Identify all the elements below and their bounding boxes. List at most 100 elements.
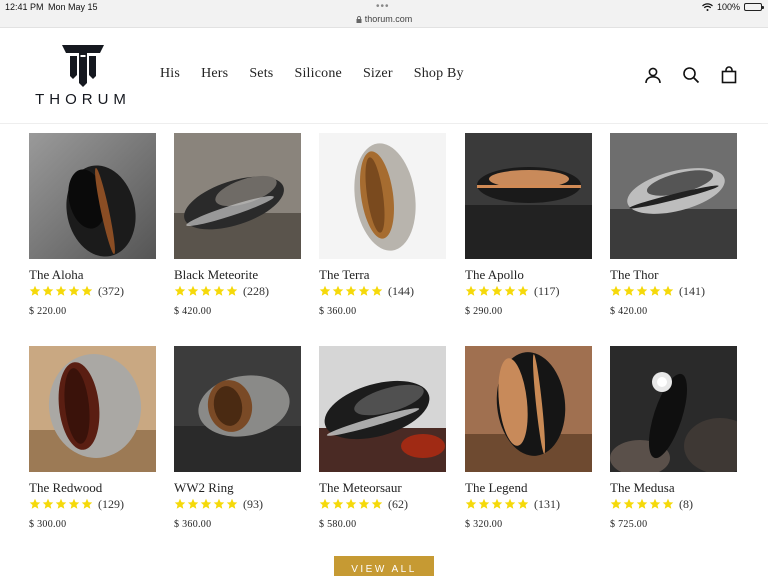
review-count: (62) — [388, 496, 408, 511]
product-image[interactable] — [174, 346, 301, 472]
site-header: THORUM His Hers Sets Silicone Sizer Shop… — [0, 28, 768, 124]
star-icon — [174, 498, 186, 509]
product-name[interactable]: The Thor — [610, 267, 737, 283]
product-rating: (228) — [174, 284, 301, 298]
star-icon — [55, 285, 67, 296]
star-icon — [187, 498, 199, 509]
nav-item-silicone[interactable]: Silicone — [294, 66, 341, 82]
star-icon — [200, 498, 212, 509]
search-icon[interactable] — [682, 66, 700, 84]
product-card[interactable]: The Terra (144) $ 360.00 — [319, 133, 446, 317]
product-price: $ 420.00 — [610, 306, 648, 317]
star-rating-icon — [610, 498, 674, 510]
star-icon — [213, 498, 225, 509]
product-rating: (144) — [319, 284, 446, 298]
product-image[interactable] — [319, 133, 446, 259]
nav-item-his[interactable]: His — [160, 66, 180, 82]
product-card[interactable]: The Meteorsaur (62) $ 580.00 — [319, 346, 446, 530]
status-date: Mon May 15 — [48, 2, 98, 12]
review-count: (117) — [534, 283, 560, 298]
battery-percent: 100% — [716, 2, 740, 12]
nav-item-shop-by[interactable]: Shop By — [414, 66, 464, 82]
product-image[interactable] — [610, 346, 737, 472]
product-name[interactable]: The Meteorsaur — [319, 480, 446, 496]
star-icon — [662, 285, 674, 296]
product-name[interactable]: The Terra — [319, 267, 446, 283]
star-icon — [636, 498, 648, 509]
nav-item-sizer[interactable]: Sizer — [363, 66, 393, 82]
star-icon — [636, 285, 648, 296]
product-price: $ 220.00 — [29, 306, 67, 317]
product-card[interactable]: The Legend (131) $ 320.00 — [465, 346, 592, 530]
product-name[interactable]: Black Meteorite — [174, 267, 301, 283]
product-rating: (117) — [465, 284, 592, 298]
star-rating-icon — [319, 498, 383, 510]
review-count: (372) — [98, 283, 124, 298]
star-rating-icon — [29, 498, 93, 510]
review-count: (129) — [98, 496, 124, 511]
product-image[interactable] — [465, 133, 592, 259]
status-bar: 12:41 PM Mon May 15 ••• thorum.com 100% — [0, 0, 768, 28]
product-image[interactable] — [29, 133, 156, 259]
product-rating: (62) — [319, 497, 446, 511]
star-icon — [491, 285, 503, 296]
product-image[interactable] — [174, 133, 301, 259]
product-rating: (8) — [610, 497, 737, 511]
product-rating: (372) — [29, 284, 156, 298]
cart-icon[interactable] — [720, 66, 738, 84]
star-icon — [517, 285, 529, 296]
product-card[interactable]: WW2 Ring (93) $ 360.00 — [174, 346, 301, 530]
star-icon — [623, 285, 635, 296]
product-image[interactable] — [610, 133, 737, 259]
product-name[interactable]: The Redwood — [29, 480, 156, 496]
product-card[interactable]: The Aloha (372) $ 220.00 — [29, 133, 156, 317]
product-price: $ 360.00 — [319, 306, 357, 317]
nav-item-sets[interactable]: Sets — [249, 66, 273, 82]
product-name[interactable]: The Legend — [465, 480, 592, 496]
star-icon — [29, 498, 41, 509]
star-icon — [226, 498, 238, 509]
product-price: $ 580.00 — [319, 519, 357, 530]
brand-name: THORUM — [35, 91, 131, 108]
product-card[interactable]: The Redwood (129) $ 300.00 — [29, 346, 156, 530]
view-all-button[interactable]: VIEW ALL — [334, 556, 434, 576]
product-price: $ 320.00 — [465, 519, 503, 530]
product-image[interactable] — [29, 346, 156, 472]
star-icon — [649, 285, 661, 296]
multitask-dots-icon[interactable]: ••• — [376, 1, 390, 12]
star-icon — [649, 498, 661, 509]
product-image[interactable] — [465, 346, 592, 472]
product-name[interactable]: The Aloha — [29, 267, 156, 283]
status-right: 100% — [702, 2, 764, 12]
account-icon[interactable] — [644, 66, 662, 84]
product-name[interactable]: WW2 Ring — [174, 480, 301, 496]
star-rating-icon — [610, 285, 674, 297]
star-icon — [662, 498, 674, 509]
star-icon — [504, 285, 516, 296]
product-card[interactable]: The Medusa (8) $ 725.00 — [610, 346, 737, 530]
star-rating-icon — [174, 498, 238, 510]
star-icon — [55, 498, 67, 509]
product-card[interactable]: The Thor (141) $ 420.00 — [610, 133, 737, 317]
product-name[interactable]: The Medusa — [610, 480, 737, 496]
product-card[interactable]: Black Meteorite (228) $ 420.00 — [174, 133, 301, 317]
star-icon — [358, 285, 370, 296]
product-card[interactable]: The Apollo (117) $ 290.00 — [465, 133, 592, 317]
address-bar[interactable]: thorum.com — [0, 14, 768, 24]
status-time: 12:41 PM — [5, 2, 44, 12]
star-icon — [332, 498, 344, 509]
star-icon — [213, 285, 225, 296]
nav-item-hers[interactable]: Hers — [201, 66, 228, 82]
product-image[interactable] — [319, 346, 446, 472]
product-price: $ 420.00 — [174, 306, 212, 317]
product-name[interactable]: The Apollo — [465, 267, 592, 283]
review-count: (144) — [388, 283, 414, 298]
star-icon — [517, 498, 529, 509]
star-rating-icon — [319, 285, 383, 297]
star-icon — [345, 498, 357, 509]
star-icon — [68, 498, 80, 509]
brand-logo[interactable]: THORUM — [28, 43, 138, 108]
star-rating-icon — [174, 285, 238, 297]
star-icon — [623, 498, 635, 509]
header-actions — [644, 66, 738, 84]
